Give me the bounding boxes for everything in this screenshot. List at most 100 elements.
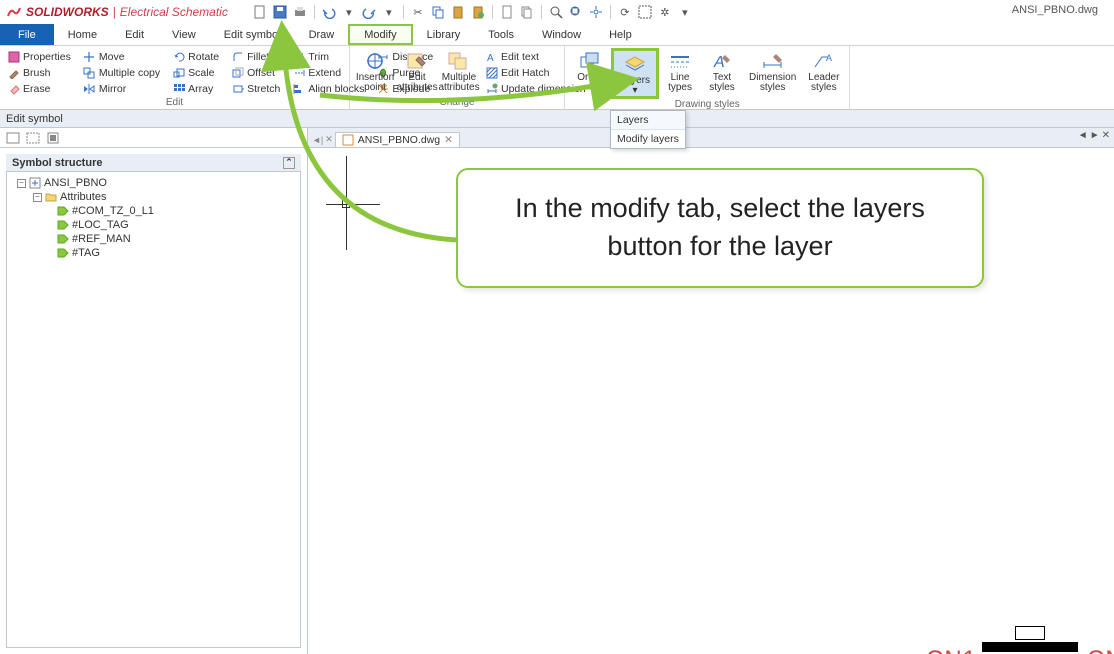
settings-icon[interactable]: ✲ <box>657 4 673 20</box>
edit-attributes-button[interactable]: Editattributes <box>396 48 438 93</box>
app-logo-icon <box>6 4 22 20</box>
tree-attr-item[interactable]: #TAG <box>17 246 290 260</box>
paste-icon[interactable] <box>450 4 466 20</box>
tab-close-icon[interactable]: ✕ <box>325 134 333 145</box>
scale-icon <box>172 66 185 79</box>
edit-symbol-bar: Edit symbol <box>0 110 1114 128</box>
menu-view[interactable]: View <box>158 24 210 45</box>
layers-button[interactable]: Layers▾ <box>611 48 659 99</box>
svg-text:A: A <box>487 53 494 63</box>
line-types-button[interactable]: Linetypes <box>659 48 701 93</box>
order-button[interactable]: Order▾ <box>569 48 611 93</box>
new-icon[interactable] <box>252 4 268 20</box>
rotate-button[interactable]: Rotate <box>169 49 222 64</box>
brush-icon <box>7 66 20 79</box>
menu-library[interactable]: Library <box>413 24 475 45</box>
properties-button[interactable]: Properties <box>4 49 74 64</box>
panel-tool-icon[interactable] <box>6 131 20 145</box>
dropdown-icon[interactable]: ▾ <box>677 4 693 20</box>
tab-nav-icon[interactable]: ◄| <box>312 135 323 145</box>
modify-layers-item[interactable]: Modify layers <box>611 130 685 148</box>
stretch-button[interactable]: Stretch <box>228 81 283 96</box>
text-styles-button[interactable]: A Textstyles <box>701 48 743 93</box>
leader-styles-button[interactable]: A Leaderstyles <box>802 48 845 93</box>
tree-root[interactable]: − ANSI_PBNO <box>17 176 290 190</box>
ribbon-group-drawing-styles: Order▾ Layers▾ Linetypes A Textstyles Di… <box>565 46 850 109</box>
ribbon-group-change: Insertionpoint Editattributes Multipleat… <box>350 46 565 109</box>
copy-icon[interactable] <box>430 4 446 20</box>
brush-button[interactable]: Brush <box>4 65 74 80</box>
multiple-copy-button[interactable]: Multiple copy <box>80 65 163 80</box>
refresh-icon[interactable]: ⟳ <box>617 4 633 20</box>
menu-home[interactable]: Home <box>54 24 111 45</box>
tree-toggle-icon[interactable]: − <box>17 179 26 188</box>
trim-icon <box>292 50 305 63</box>
tree-attr-item[interactable]: #LOC_TAG <box>17 218 290 232</box>
dimension-styles-button[interactable]: Dimensionstyles <box>743 48 802 93</box>
undo-icon[interactable] <box>321 4 337 20</box>
print-icon[interactable] <box>292 4 308 20</box>
zoom-window-icon[interactable] <box>568 4 584 20</box>
scale-button[interactable]: Scale <box>169 65 222 80</box>
fillet-button[interactable]: Fillet <box>228 49 283 64</box>
crosshair-center <box>342 200 350 208</box>
file-icon[interactable] <box>499 4 515 20</box>
menu-draw[interactable]: Draw <box>295 24 349 45</box>
collapse-icon[interactable]: ⌃ <box>283 157 295 169</box>
menu-help[interactable]: Help <box>595 24 646 45</box>
menu-edit-symbol[interactable]: Edit symbol <box>210 24 295 45</box>
leader-styles-icon: A <box>811 50 837 72</box>
menu-window[interactable]: Window <box>528 24 595 45</box>
folder-icon <box>45 192 57 202</box>
multiple-attributes-icon <box>446 50 472 72</box>
offset-button[interactable]: Offset <box>228 65 283 80</box>
close-tab-icon[interactable]: ✕ <box>444 134 453 146</box>
tab-nav-right-icon[interactable]: ► <box>1090 130 1100 141</box>
callout-box: In the modify tab, select the layers but… <box>456 168 984 288</box>
panel-tool-icon[interactable] <box>46 131 60 145</box>
cut-icon[interactable]: ✂ <box>410 4 426 20</box>
layers-dropdown: Layers Modify layers <box>610 110 686 149</box>
erase-button[interactable]: Erase <box>4 81 74 96</box>
svg-text:A: A <box>826 53 832 63</box>
tag-icon <box>57 220 69 230</box>
line-types-icon <box>667 50 693 72</box>
panel-tool-icon[interactable] <box>26 131 40 145</box>
tab-nav-left-icon[interactable]: ◄ <box>1078 130 1088 141</box>
insertion-point-icon <box>362 50 388 72</box>
array-button[interactable]: Array <box>169 81 222 96</box>
paste-special-icon[interactable] <box>470 4 486 20</box>
insertion-point-button[interactable]: Insertionpoint <box>354 48 396 93</box>
tree-toggle-icon[interactable]: − <box>33 193 42 202</box>
callout-text: In the modify tab, select the layers but… <box>486 190 954 266</box>
tab-close-all-icon[interactable]: ✕ <box>1102 130 1110 141</box>
menu-edit[interactable]: Edit <box>111 24 158 45</box>
tree-attr-item[interactable]: #COM_TZ_0_L1 <box>17 204 290 218</box>
erase-icon <box>7 82 20 95</box>
tag-icon <box>57 248 69 258</box>
document-tabs: ◄| ✕ ANSI_PBNO.dwg ✕ ◄ ► ✕ <box>308 128 1114 148</box>
document-tab[interactable]: ANSI_PBNO.dwg ✕ <box>335 132 460 147</box>
find-icon[interactable] <box>637 4 653 20</box>
tree-attributes[interactable]: − Attributes <box>17 190 290 204</box>
dropdown-icon[interactable]: ▾ <box>341 4 357 20</box>
svg-text:A: A <box>713 54 725 71</box>
edit-hatch-icon <box>485 66 498 79</box>
left-panel: Symbol structure ⌃ − ANSI_PBNO − Attribu… <box>0 128 308 654</box>
zoom-fit-icon[interactable] <box>548 4 564 20</box>
copy-file-icon[interactable] <box>519 4 535 20</box>
redo-icon[interactable] <box>361 4 377 20</box>
tag-icon <box>57 206 69 216</box>
symbol-tree[interactable]: − ANSI_PBNO − Attributes #COM_TZ_0_L1 #L… <box>6 172 301 648</box>
snap-icon[interactable] <box>588 4 604 20</box>
mirror-button[interactable]: Mirror <box>80 81 163 96</box>
menu-modify[interactable]: Modify <box>348 24 412 45</box>
menu-file[interactable]: File <box>0 24 54 45</box>
multiple-attributes-button[interactable]: Multipleattributes <box>438 48 480 93</box>
save-icon[interactable] <box>272 4 288 20</box>
menu-tools[interactable]: Tools <box>474 24 528 45</box>
dropdown-icon[interactable]: ▾ <box>381 4 397 20</box>
fillet-icon <box>231 50 244 63</box>
move-button[interactable]: Move <box>80 49 163 64</box>
tree-attr-item[interactable]: #REF_MAN <box>17 232 290 246</box>
